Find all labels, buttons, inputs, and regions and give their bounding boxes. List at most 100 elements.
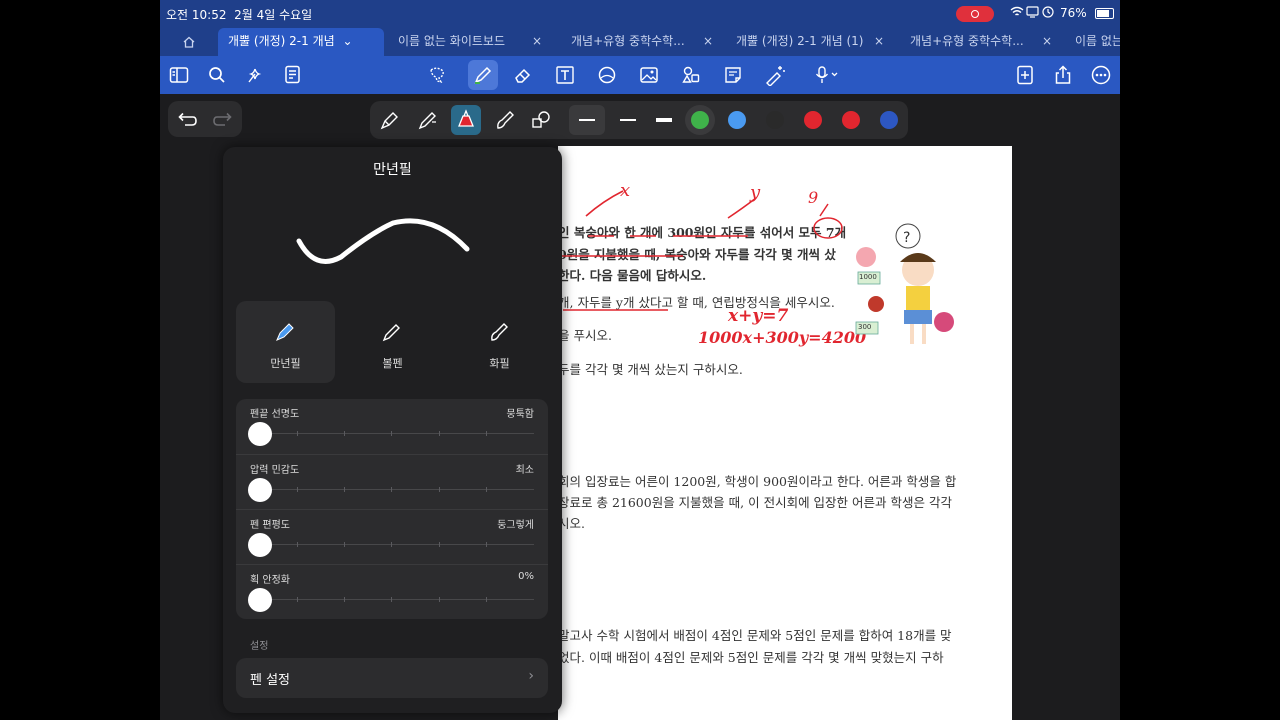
slider-tick	[391, 597, 393, 602]
tab-label: 개뿔 (개정) 2-1 개념 (1)	[736, 34, 864, 48]
home-tab[interactable]	[172, 28, 208, 56]
tab-untitled[interactable]: 이름 없는	[1065, 28, 1120, 56]
brush-icon[interactable]	[494, 109, 516, 131]
chevron-right-icon: ›	[528, 668, 534, 684]
slider-tick	[391, 542, 393, 547]
slider-tick	[438, 542, 440, 547]
tab-workbook[interactable]: 개념+유형 중학수학... ×	[561, 28, 719, 56]
slider-knob[interactable]	[248, 478, 272, 502]
sidebar-icon[interactable]	[166, 62, 192, 88]
slider-tick	[485, 597, 487, 602]
color-swatch-black[interactable]	[766, 111, 784, 129]
slider-tick	[438, 431, 440, 436]
lasso-icon[interactable]	[424, 62, 450, 88]
color-swatch-red[interactable]	[804, 111, 822, 129]
color-swatch-green[interactable]	[691, 111, 709, 129]
close-icon[interactable]: ×	[532, 28, 542, 55]
close-icon[interactable]: ×	[874, 28, 884, 55]
slider-knob[interactable]	[248, 422, 272, 446]
battery-percent: 76%	[1060, 6, 1087, 20]
shape-icon[interactable]	[594, 62, 620, 88]
chevron-down-icon[interactable]: ⌄	[342, 34, 352, 48]
search-icon[interactable]	[204, 62, 230, 88]
pen-settings-row[interactable]: 펜 설정 ›	[236, 658, 548, 698]
pen-type-fountain[interactable]: 만년필	[236, 301, 335, 383]
image-icon[interactable]	[636, 62, 662, 88]
handwritten-equation-1: x+y=7	[728, 306, 789, 326]
pen-type-label: 볼펜	[382, 357, 403, 370]
fountain-pen-icon[interactable]	[379, 109, 401, 131]
document-page[interactable]: 인 복숭아와 한 개에 300원인 자두를 섞어서 모두 7개 0원을 지불했을…	[558, 146, 1012, 720]
eraser-icon[interactable]	[510, 62, 536, 88]
slider-tick	[297, 487, 299, 492]
tab-concept-copy[interactable]: 개뿔 (개정) 2-1 개념 (1) ×	[726, 28, 890, 56]
pen-type-label: 화필	[489, 357, 510, 370]
slider-tick	[297, 597, 299, 602]
share-icon[interactable]	[1050, 62, 1076, 88]
tab-label: 개념+유형 중학수학...	[910, 34, 1024, 48]
svg-text:?: ?	[903, 230, 910, 246]
tab-active[interactable]: 개뿔 (개정) 2-1 개념 ⌄ ×	[218, 28, 384, 56]
slider-tick	[297, 431, 299, 436]
color-swatch-blue[interactable]	[728, 111, 746, 129]
ballpoint-pen-icon	[382, 324, 400, 342]
popup-title: 만년필	[373, 162, 412, 178]
document-icon[interactable]	[280, 62, 306, 88]
color-swatch-red-2[interactable]	[842, 111, 860, 129]
tab-whiteboard[interactable]: 이름 없는 화이트보드 ×	[388, 28, 548, 56]
pen-type-brush[interactable]: 화필	[450, 301, 549, 383]
mic-icon[interactable]	[810, 62, 854, 88]
slider-tick	[344, 542, 346, 547]
slider-tick	[344, 597, 346, 602]
add-page-icon[interactable]	[1012, 62, 1038, 88]
color-swatch-dark-blue[interactable]	[880, 111, 898, 129]
thickness-thick[interactable]	[646, 105, 682, 135]
handwritten-y: y	[750, 182, 761, 203]
problem-text-line: 었다. 이때 배점이 4점인 문제와 5점인 문제를 각각 몇 개씩 맞혔는지 …	[558, 650, 944, 665]
undo-icon[interactable]	[177, 111, 197, 127]
thickness-thin[interactable]	[569, 105, 605, 135]
slider-flatness[interactable]: 펜 편평도 둥그렇게	[236, 509, 548, 565]
highlighter-button[interactable]	[451, 105, 481, 135]
fountain-pen-icon	[276, 323, 294, 341]
slider-pressure[interactable]: 압력 민감도 최소	[236, 454, 548, 510]
pencil-icon[interactable]	[417, 109, 439, 131]
status-time: 오전 10:52 2월 4일 수요일	[166, 8, 313, 22]
thickness-medium[interactable]	[610, 105, 646, 135]
girl-illustration: ?	[855, 223, 954, 344]
tab-label: 개뿔 (개정) 2-1 개념	[228, 34, 335, 48]
tab-workbook-2[interactable]: 개념+유형 중학수학... ×	[900, 28, 1058, 56]
slider-tick	[344, 431, 346, 436]
close-icon[interactable]: ×	[1042, 28, 1052, 55]
redo-icon[interactable]	[213, 111, 233, 127]
pen-settings-popup: 만년필 만년필 볼펜 화필 펜끝 선명도 뭉툭함 압력 민감도 최소 펜 편평도…	[223, 147, 562, 713]
slider-tick	[344, 487, 346, 492]
laser-icon[interactable]	[762, 62, 788, 88]
sparkle-icon[interactable]	[242, 62, 268, 88]
status-bar: 오전 10:52 2월 4일 수요일 76%	[160, 0, 1120, 28]
slider-tick	[438, 487, 440, 492]
undo-redo-group	[168, 101, 242, 137]
screen-recording-indicator[interactable]	[956, 6, 994, 22]
app-window: 오전 10:52 2월 4일 수요일 76% 개뿔 (개정) 2-1 개념 ⌄ …	[160, 0, 1120, 720]
slider-tick	[391, 487, 393, 492]
pen-type-ballpoint[interactable]: 볼펜	[343, 301, 442, 383]
close-icon[interactable]: ×	[703, 28, 713, 55]
problem-text-line: 장료로 총 21600원을 지불했을 때, 이 전시회에 입장한 어른과 학생은…	[558, 495, 952, 510]
home-icon	[183, 36, 195, 48]
more-icon[interactable]	[1088, 62, 1114, 88]
slider-tick	[391, 431, 393, 436]
pen-options-bar	[370, 101, 908, 139]
slider-knob[interactable]	[248, 533, 272, 557]
tab-label: 개념+유형 중학수학...	[571, 34, 685, 48]
slider-stabilization[interactable]: 획 안정화 0%	[236, 564, 548, 620]
shape-pen-icon[interactable]	[530, 109, 552, 131]
slider-tick	[485, 542, 487, 547]
tab-label: 이름 없는	[1075, 34, 1120, 48]
note-icon[interactable]	[720, 62, 746, 88]
slider-tip-sharpness[interactable]: 펜끝 선명도 뭉툭함	[236, 399, 548, 454]
slider-knob[interactable]	[248, 588, 272, 612]
pen-icon[interactable]	[468, 60, 498, 90]
text-icon[interactable]	[552, 62, 578, 88]
sticker-icon[interactable]	[678, 62, 704, 88]
